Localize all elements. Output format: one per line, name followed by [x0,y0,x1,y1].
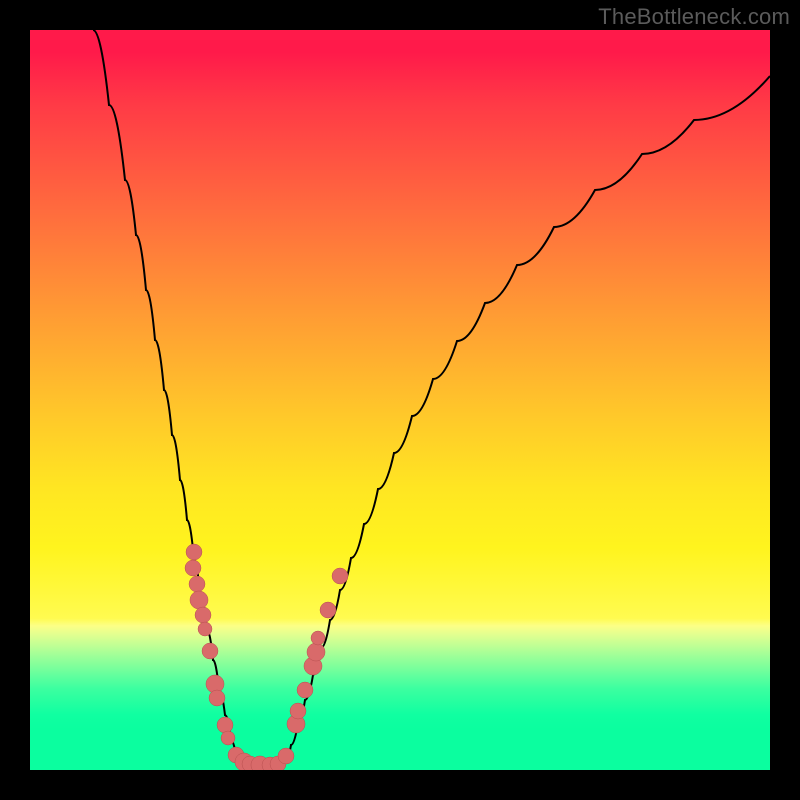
scatter-dot [185,560,201,576]
chart-frame: TheBottleneck.com [0,0,800,800]
scatter-dot [195,607,211,623]
scatter-dots [185,544,348,770]
scatter-dot [217,717,233,733]
scatter-dot [307,643,325,661]
scatter-dot [278,748,294,764]
plot-area [30,30,770,770]
scatter-dot [198,622,212,636]
scatter-dot [320,602,336,618]
watermark-text: TheBottleneck.com [598,4,790,30]
scatter-dot [186,544,202,560]
scatter-dot [290,703,306,719]
scatter-dot [202,643,218,659]
scatter-dot [209,690,225,706]
scatter-dot [332,568,348,584]
scatter-dot [221,731,235,745]
scatter-dot [189,576,205,592]
scatter-dot [297,682,313,698]
chart-svg [30,30,770,770]
scatter-dot [190,591,208,609]
right-curve-path [285,76,770,763]
scatter-dot [311,631,325,645]
